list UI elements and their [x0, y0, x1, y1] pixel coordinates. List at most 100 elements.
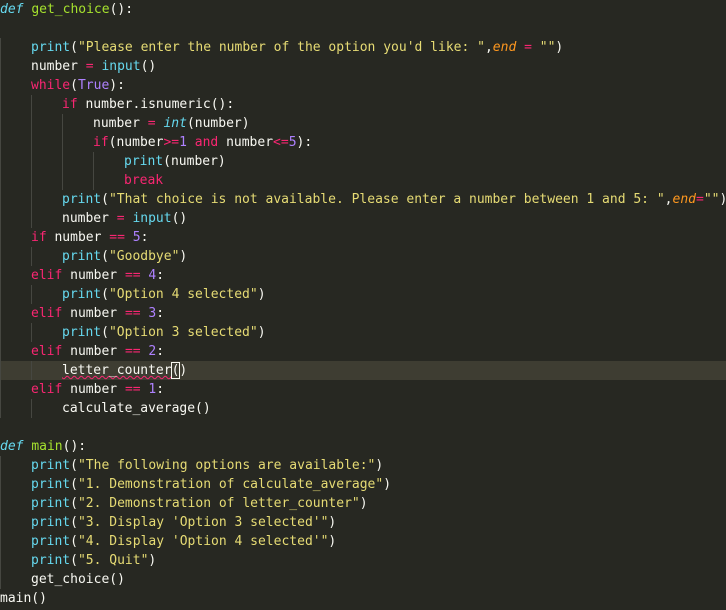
code-token: (	[70, 40, 78, 55]
code-line[interactable]: elif number == 4:	[0, 266, 726, 285]
code-token: ):	[109, 78, 125, 93]
error-squiggle-token: letter_counter	[62, 363, 172, 378]
def-keyword: def	[0, 439, 24, 454]
code-line[interactable]: print("3. Display 'Option 3 selected'")	[0, 513, 726, 532]
indent-guide	[93, 152, 94, 171]
operator-token: =	[85, 59, 94, 74]
code-token: )	[257, 325, 266, 340]
operator-token: ==	[124, 268, 141, 283]
code-token: number	[31, 59, 86, 74]
code-token: number	[62, 344, 125, 359]
indent-guide	[0, 114, 1, 133]
code-token: get_choice()	[31, 572, 125, 587]
indent-guide	[0, 266, 1, 285]
code-token: )	[719, 192, 726, 207]
operator-token: ==	[124, 382, 141, 397]
code-text: number = input()	[31, 57, 156, 76]
code-line[interactable]	[0, 418, 726, 437]
indent-guide	[0, 285, 1, 304]
string-literal: "Option 4 selected"	[108, 287, 258, 302]
code-line[interactable]: print(number)	[0, 152, 726, 171]
number-literal: True	[77, 78, 110, 93]
code-token: ()	[140, 59, 157, 74]
indent-guide	[62, 133, 63, 152]
code-line[interactable]: if number == 5:	[0, 228, 726, 247]
operator-token: =	[147, 116, 156, 131]
code-token: ():	[62, 439, 87, 454]
code-token: (	[70, 534, 78, 549]
code-token: (	[101, 287, 109, 302]
code-line[interactable]: elif number == 3:	[0, 304, 726, 323]
code-text: print("4. Display 'Option 4 selected'")	[31, 532, 336, 551]
operator-token: ==	[109, 230, 125, 245]
code-line[interactable]: number = int(number)	[0, 114, 726, 133]
string-literal: "3. Display 'Option 3 selected'"	[77, 515, 329, 530]
code-token: number	[93, 116, 148, 131]
keyword-token: elif	[31, 306, 63, 321]
string-literal: "2. Demonstration of letter_counter"	[77, 496, 360, 511]
code-line[interactable]: print("Please enter the number of the op…	[0, 38, 726, 57]
code-text: print("Goodbye")	[62, 247, 187, 266]
code-line[interactable]: print("Goodbye")	[0, 247, 726, 266]
code-token: )	[328, 515, 337, 530]
code-line[interactable]: if number.isnumeric():	[0, 95, 726, 114]
code-line[interactable]: break	[0, 171, 726, 190]
indent-guide	[0, 532, 1, 551]
code-text: main()	[0, 589, 47, 608]
code-line[interactable]: print("The following options are availab…	[0, 456, 726, 475]
operator-token: =	[116, 211, 125, 226]
keyword-token: if	[62, 97, 78, 112]
code-line[interactable]: def main():	[0, 437, 726, 456]
string-literal: "Please enter the number of the option y…	[77, 40, 485, 55]
keyword-token: elif	[31, 382, 63, 397]
indent-guide	[31, 285, 32, 304]
indent-guide	[0, 551, 1, 570]
indent-guide	[0, 399, 1, 418]
code-line[interactable]: print("1. Demonstration of calculate_ave…	[0, 475, 726, 494]
indent-guide	[0, 513, 1, 532]
code-line[interactable]: elif number == 1:	[0, 380, 726, 399]
code-text: calculate_average()	[62, 399, 211, 418]
code-line[interactable]: calculate_average()	[0, 399, 726, 418]
code-line[interactable]: while(True):	[0, 76, 726, 95]
code-line[interactable]: letter_counter()	[0, 361, 726, 380]
string-literal: "The following options are available:"	[77, 458, 376, 473]
indent-guide	[0, 494, 1, 513]
keyword-token: while	[31, 78, 71, 93]
code-token: :	[140, 230, 149, 245]
string-literal: "That choice is not available. Please en…	[108, 192, 665, 207]
code-line[interactable]: print("2. Demonstration of letter_counte…	[0, 494, 726, 513]
code-text: print("The following options are availab…	[31, 456, 383, 475]
code-token: number	[62, 306, 125, 321]
code-line[interactable]: print("Option 3 selected")	[0, 323, 726, 342]
code-line[interactable]: number = input()	[0, 57, 726, 76]
indent-guide	[31, 133, 32, 152]
code-token: )	[257, 287, 266, 302]
code-line[interactable]: print("That choice is not available. Ple…	[0, 190, 726, 209]
code-token: )	[375, 458, 384, 473]
code-text: elif number == 4:	[31, 266, 164, 285]
code-token: )	[328, 534, 337, 549]
code-line[interactable]: main()	[0, 589, 726, 608]
indent-guide	[0, 38, 1, 57]
code-line[interactable]: get_choice()	[0, 570, 726, 589]
code-editor[interactable]: def get_choice(): print("Please enter the…	[0, 0, 726, 610]
code-text: print("3. Display 'Option 3 selected'")	[31, 513, 336, 532]
code-line[interactable]: def get_choice():	[0, 0, 726, 19]
code-line[interactable]: elif number == 2:	[0, 342, 726, 361]
code-token: (number	[108, 135, 164, 150]
code-line[interactable]	[0, 19, 726, 38]
builtin-token: print	[31, 534, 71, 549]
code-token: (number)	[186, 116, 250, 131]
code-line[interactable]: print("5. Quit")	[0, 551, 726, 570]
code-line[interactable]: print("4. Display 'Option 4 selected'")	[0, 532, 726, 551]
code-line[interactable]: if(number>=1 and number<=5):	[0, 133, 726, 152]
code-token: number	[62, 268, 125, 283]
code-token: (	[70, 553, 78, 568]
indent-guide	[0, 95, 1, 114]
code-line[interactable]: print("Option 4 selected")	[0, 285, 726, 304]
code-line[interactable]: number = input()	[0, 209, 726, 228]
code-token: )	[383, 477, 392, 492]
